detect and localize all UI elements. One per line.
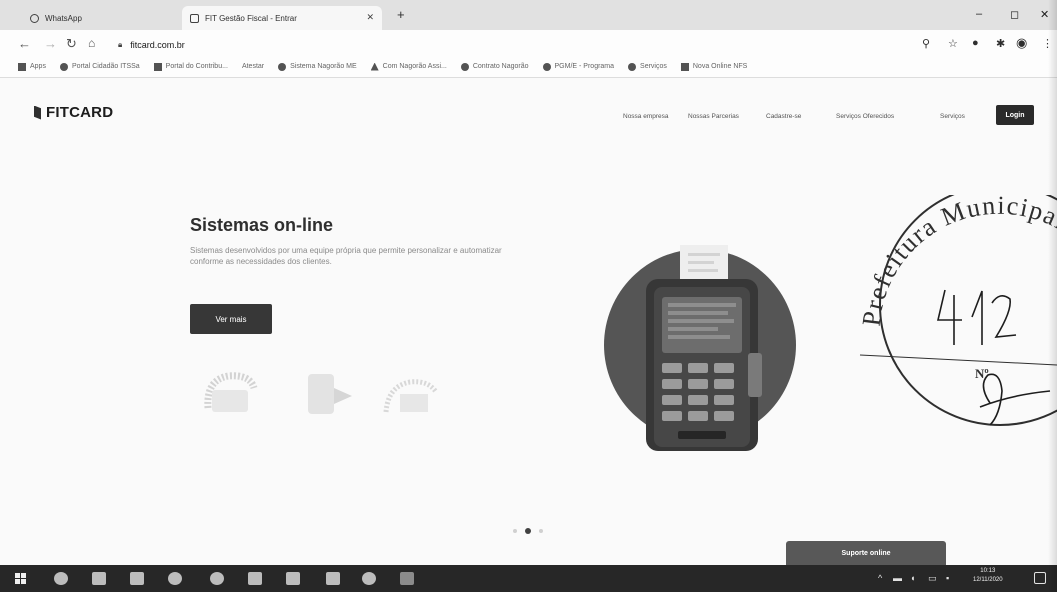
svg-text:Prefeitura Municipal de: Prefeitura Municipal de: [857, 195, 1057, 328]
browser-tab-strip: WhatsApp FIT Gestão Fiscal - Entrar ✕ + …: [0, 0, 1057, 30]
bookmark-item[interactable]: Sistema Nagorão ME: [278, 62, 357, 71]
close-tab-icon[interactable]: ✕: [366, 12, 374, 23]
minimize-button[interactable]: –: [976, 8, 982, 20]
nav-cadastre-se[interactable]: Cadastre-se: [766, 113, 801, 120]
globe-icon: [278, 62, 287, 71]
bookmark-item[interactable]: PGM/E - Programa: [542, 62, 614, 71]
hero-title: Sistemas on-line: [190, 215, 334, 235]
store-taskbar-icon[interactable]: [130, 572, 144, 585]
ver-mais-button[interactable]: Ver mais: [190, 304, 272, 334]
fitcard-logo[interactable]: FITCARD: [34, 104, 113, 121]
search-icon[interactable]: ⚲: [922, 37, 930, 50]
tab-title: FIT Gestão Fiscal - Entrar: [205, 13, 297, 23]
back-icon[interactable]: ←: [18, 36, 31, 51]
bookmark-item[interactable]: Serviços: [628, 62, 667, 71]
tab-fit-gestao[interactable]: FIT Gestão Fiscal - Entrar ✕: [182, 6, 382, 30]
bookmark-icon: [153, 62, 162, 71]
site-favicon-icon: [190, 13, 199, 23]
shield-icon: [542, 62, 551, 71]
card-reader-icon: [308, 374, 352, 414]
globe-icon: [59, 62, 68, 71]
square-icon: [680, 62, 689, 71]
start-menu-icon[interactable]: [15, 573, 26, 584]
carousel-dots: [513, 528, 543, 534]
logo-mark-icon: [34, 105, 41, 120]
carousel-dot-active[interactable]: [525, 528, 531, 534]
media-icon[interactable]: [362, 572, 376, 585]
scan-shadow: [1048, 0, 1057, 592]
svg-text:Nº: Nº: [975, 366, 989, 381]
bookmark-item[interactable]: Atestar: [242, 63, 264, 70]
hand-card-icon: [204, 372, 258, 412]
windows-taskbar: ^ ▬ ◖ ▭ ▪: [0, 565, 1057, 592]
taskbar-clock[interactable]: 10:13 12/11/2020: [973, 567, 1003, 585]
support-chat-button[interactable]: Suporte online: [786, 541, 946, 565]
puzzle-icon[interactable]: ✱: [996, 37, 1005, 50]
whatsapp-icon: [30, 13, 39, 23]
battery-icon[interactable]: ▭: [928, 573, 937, 584]
reload-icon[interactable]: ↻: [66, 36, 77, 52]
bookmark-item[interactable]: Portal do Contribu...: [153, 62, 228, 71]
nav-servicos[interactable]: Serviços: [940, 113, 965, 120]
forward-icon[interactable]: →: [44, 36, 57, 51]
triangle-icon: [370, 62, 379, 71]
new-tab-button[interactable]: +: [397, 7, 405, 22]
site-header: FITCARD Nossa empresa Nossas Parcerias C…: [0, 100, 1057, 136]
extension-icon[interactable]: ●: [972, 37, 979, 49]
home-icon[interactable]: ⌂: [88, 36, 95, 50]
address-bar[interactable]: 🔒︎ fitcard.com.br: [118, 35, 1018, 55]
task-view-icon[interactable]: [92, 572, 106, 585]
lock-icon: 🔒︎: [118, 40, 123, 49]
search-taskbar-icon[interactable]: [54, 572, 68, 585]
globe-icon: [628, 62, 637, 71]
address-text: fitcard.com.br: [130, 40, 185, 50]
bookmark-item[interactable]: Nova Online NFS: [680, 62, 747, 71]
bookmarks-bar: Apps Portal Cidadão ITSSa Portal do Cont…: [0, 56, 1057, 78]
tab-title: WhatsApp: [45, 13, 82, 23]
nav-nossas-parcerias[interactable]: Nossas Parcerias: [688, 113, 739, 120]
maximize-button[interactable]: ◻: [1010, 8, 1019, 21]
photos-icon[interactable]: [326, 572, 340, 585]
bookmark-item[interactable]: Portal Cidadão ITSSa: [59, 62, 140, 71]
network-icon[interactable]: ▬: [893, 573, 902, 583]
bookmark-apps[interactable]: Apps: [18, 62, 46, 71]
nav-nossa-empresa[interactable]: Nossa empresa: [623, 113, 669, 120]
apps-grid-icon: [18, 62, 26, 71]
carousel-dot[interactable]: [513, 529, 517, 533]
app-active-icon[interactable]: [400, 572, 414, 585]
bookmark-item[interactable]: Com Nagorão Assi...: [370, 62, 447, 71]
bolt-icon: [460, 62, 469, 71]
edge-icon[interactable]: [168, 572, 182, 585]
profile-icon[interactable]: ◉: [1016, 35, 1027, 51]
notification-icon[interactable]: [1034, 572, 1046, 584]
chrome-icon[interactable]: [210, 572, 224, 585]
tray-chevron-icon[interactable]: ^: [878, 573, 882, 583]
star-icon[interactable]: ☆: [948, 37, 958, 50]
volume-icon[interactable]: ◖: [910, 573, 915, 583]
carousel-dot[interactable]: [539, 529, 543, 533]
clock-date: 12/11/2020: [973, 577, 1003, 583]
tab-whatsapp[interactable]: WhatsApp: [22, 6, 162, 30]
bookmark-item[interactable]: Contrato Nagorão: [460, 62, 529, 71]
login-button[interactable]: Login: [996, 105, 1034, 125]
calculator-icon[interactable]: [286, 572, 300, 585]
pos-terminal-illustration: [604, 245, 796, 451]
nav-servicos-oferecidos[interactable]: Serviços Oferecidos: [836, 113, 894, 120]
app-taskbar-icon[interactable]: [248, 572, 262, 585]
keyboard-icon[interactable]: ▪: [946, 573, 949, 583]
clock-time: 10:13: [980, 568, 996, 574]
store-icon: [383, 379, 439, 413]
hero-description: Sistemas desenvolvidos por uma equipe pr…: [190, 246, 502, 266]
municipal-stamp: Prefeitura Municipal de Nº: [857, 195, 1057, 426]
